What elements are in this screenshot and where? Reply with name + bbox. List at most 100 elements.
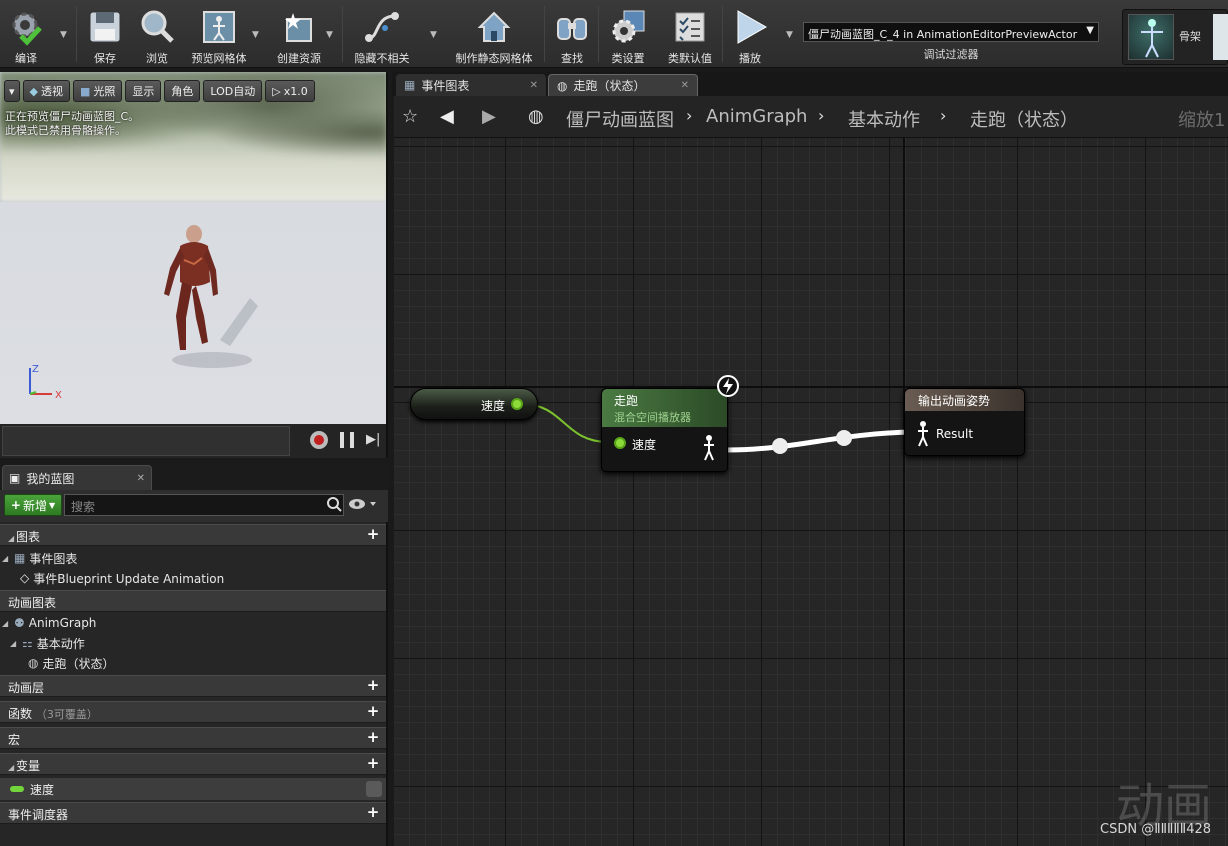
event-diamond-icon: ◇ [20, 571, 30, 585]
close-icon[interactable]: ✕ [137, 473, 145, 484]
class-settings-button[interactable]: 类设置 [604, 2, 652, 66]
search-icon[interactable] [326, 496, 342, 515]
lod-button[interactable]: LOD自动 [203, 80, 263, 102]
speed-getter-node[interactable]: 速度 [410, 388, 538, 420]
compile-options-caret[interactable]: ▼ [60, 30, 67, 40]
find-button[interactable]: 查找 [550, 2, 594, 66]
toolbar-separator [544, 6, 545, 62]
add-function-plus-icon[interactable]: + [366, 704, 380, 719]
create-asset-icon [280, 8, 318, 46]
plus-icon: + [10, 498, 21, 512]
magnifier-icon [138, 8, 176, 46]
class-defaults-button[interactable]: 类默认值 [662, 2, 718, 66]
fast-path-bolt-icon [717, 375, 739, 397]
section-anim-graphs[interactable]: 动画图表 [0, 590, 386, 612]
visibility-eye-icon[interactable] [366, 781, 382, 797]
lighting-button[interactable]: ■ 光照 [73, 80, 123, 102]
skeletal-mesh-icon [200, 8, 238, 46]
toolbar-separator [76, 6, 77, 62]
blueprint-book-icon: ▣ [9, 471, 21, 485]
close-icon[interactable]: ✕ [681, 80, 689, 91]
tab-event-graph[interactable]: ▦ 事件图表 ✕ [396, 74, 546, 96]
timeline-field[interactable] [2, 426, 290, 456]
chevron-right-icon: › [940, 106, 947, 125]
compile-gear-icon [7, 8, 45, 46]
float-type-icon [10, 786, 24, 792]
play-options-caret[interactable]: ▼ [786, 30, 793, 40]
section-functions[interactable]: 函数 （3可覆盖） + [0, 701, 386, 723]
variable-row-speed[interactable]: 速度 [0, 778, 386, 800]
mesh-thumbnail-icon[interactable] [1213, 14, 1228, 60]
search-input[interactable]: 搜索 [64, 494, 344, 516]
add-layer-plus-icon[interactable]: + [366, 678, 380, 693]
section-event-dispatchers[interactable]: 事件调度器 + [0, 802, 386, 824]
add-variable-plus-icon[interactable]: + [366, 756, 380, 771]
section-graphs[interactable]: ◢ 图表 + [0, 524, 386, 546]
zombie-character [150, 220, 260, 373]
pose-output-pin-icon[interactable] [702, 435, 716, 461]
main-toolbar: 编译 ▼ 保存 浏览 预览网格体 ▼ 创建资源 ▼ 隐藏不相关 ▼ 制作静态网格… [0, 0, 1228, 68]
create-asset-button[interactable]: 创建资源 [272, 2, 326, 66]
blendspace-player-node[interactable]: 走跑 混合空间播放器 速度 [601, 388, 728, 472]
preview-notice: 正在预览僵尸动画蓝图_C。 此模式已禁用骨骼操作。 [5, 110, 140, 137]
add-macro-plus-icon[interactable]: + [366, 730, 380, 745]
svg-text:X: X [55, 390, 62, 401]
tree-item-animgraph[interactable]: ◢ ⚉ AnimGraph [0, 613, 386, 633]
close-icon[interactable]: ✕ [530, 80, 538, 91]
step-forward-button[interactable]: ▶| [366, 432, 382, 448]
playback-bar: ▶| [0, 424, 388, 458]
my-blueprint-panel: ▣ 我的蓝图 ✕ + 新增 ▼ 搜索 ◢ 图表 + ◢ ▦ 事件图表 ◇ 事件Bl… [0, 462, 388, 846]
breadcrumb-item[interactable]: AnimGraph [706, 106, 807, 127]
tab-my-blueprint[interactable]: ▣ 我的蓝图 ✕ [2, 465, 152, 490]
save-button[interactable]: 保存 [84, 2, 126, 66]
show-button[interactable]: 显示 [125, 80, 162, 102]
create-asset-caret[interactable]: ▼ [326, 30, 333, 40]
event-graph-icon: ▦ [404, 78, 416, 92]
compile-button[interactable]: 编译 [4, 2, 48, 66]
add-new-button[interactable]: + 新增 ▼ [4, 494, 62, 516]
tree-item-locomotion[interactable]: ◢ ⚏ 基本动作 [0, 633, 386, 653]
back-arrow-icon[interactable]: ◀ [440, 106, 454, 127]
debug-filter-label: 调试过滤器 [923, 48, 979, 61]
playback-speed-button[interactable]: ▷ x1.0 [265, 80, 315, 102]
perspective-button[interactable]: ◆ 透视 [22, 80, 70, 102]
preview-mesh-button[interactable]: 预览网格体 [188, 2, 250, 66]
tree-item-run-state[interactable]: ◍ 走跑（状态） [0, 653, 386, 673]
make-static-mesh-button[interactable]: 制作静态网格体 [450, 2, 538, 66]
result-pin-icon[interactable] [916, 421, 930, 447]
play-button[interactable]: 播放 [728, 2, 772, 66]
zoom-level: 缩放1 [1178, 110, 1226, 131]
forward-arrow-icon[interactable]: ▶ [482, 106, 496, 127]
preview-mesh-caret[interactable]: ▼ [252, 30, 259, 40]
hide-unrelated-caret[interactable]: ▼ [430, 30, 437, 40]
hide-unrelated-button[interactable]: 隐藏不相关 [350, 2, 414, 66]
output-pin[interactable] [511, 398, 523, 410]
add-dispatcher-plus-icon[interactable]: + [366, 805, 380, 820]
breadcrumb-item[interactable]: 僵尸动画蓝图 [566, 106, 674, 132]
skeleton-mode-button[interactable]: 骨架 [1122, 9, 1228, 65]
output-pose-node[interactable]: 输出动画姿势 Result [904, 388, 1025, 456]
breadcrumb-item[interactable]: 走跑（状态） [970, 106, 1078, 132]
favorite-star-icon[interactable]: ☆ [402, 106, 418, 127]
tree-item-event-update[interactable]: ◇ 事件Blueprint Update Animation [0, 568, 386, 588]
character-button[interactable]: 角色 [164, 80, 201, 102]
viewport-toolbar: ▾ ◆ 透视 ■ 光照 显示 角色 LOD自动 ▷ x1.0 [4, 80, 315, 102]
browse-button[interactable]: 浏览 [136, 2, 178, 66]
preview-viewport[interactable]: ▾ ◆ 透视 ■ 光照 显示 角色 LOD自动 ▷ x1.0 正在预览僵尸动画蓝图_C… [0, 72, 388, 424]
graph-canvas[interactable]: 速度 走跑 混合空间播放器 速度 输出动画姿势 Result 动画 CSDN @… [394, 138, 1228, 846]
add-graph-plus-icon[interactable]: + [366, 527, 380, 542]
pause-button[interactable] [340, 432, 354, 448]
record-button[interactable] [310, 431, 328, 449]
settings-gear-icon [609, 8, 647, 46]
breadcrumb-item[interactable]: 基本动作 [848, 106, 920, 132]
section-anim-layers[interactable]: 动画层 + [0, 675, 386, 697]
viewport-options-button[interactable]: ▾ [4, 80, 20, 102]
tab-run-state[interactable]: ◍ 走跑（状态） ✕ [548, 74, 698, 96]
tree-item-event-graph[interactable]: ◢ ▦ 事件图表 [0, 548, 386, 568]
house-icon [475, 8, 513, 46]
speed-input-pin[interactable] [614, 437, 626, 449]
section-variables[interactable]: ◢ 变量 + [0, 753, 386, 775]
debug-filter-dropdown[interactable]: 僵尸动画蓝图_C_4 in AnimationEditorPreviewActo… [803, 22, 1099, 42]
section-macros[interactable]: 宏 + [0, 727, 386, 749]
view-options-eye-icon[interactable] [348, 498, 378, 513]
